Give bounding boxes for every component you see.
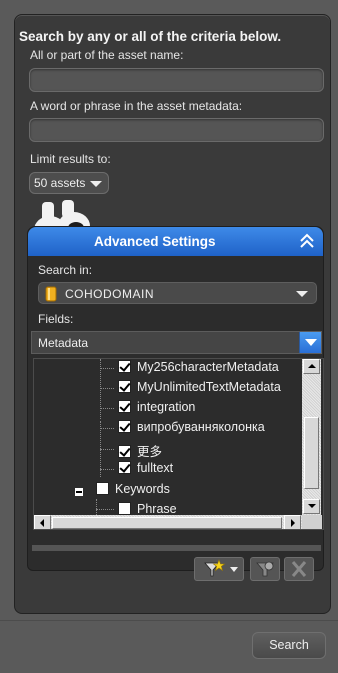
tree-item-label: Keywords [115, 482, 170, 496]
limit-results-label: Limit results to: [30, 152, 111, 166]
tree-footer-bar [32, 545, 321, 551]
search-heading: Search by any or all of the criteria bel… [19, 29, 282, 44]
tree-item-keywords[interactable]: Keywords [96, 482, 170, 500]
advanced-settings-title: Advanced Settings [94, 234, 216, 249]
tree-item-chinese[interactable]: 更多 [118, 441, 162, 459]
clear-filters-button[interactable] [284, 557, 314, 581]
close-icon [291, 561, 307, 577]
scroll-down-button[interactable] [303, 499, 320, 514]
checkbox[interactable] [118, 445, 131, 458]
checkbox[interactable] [118, 461, 131, 474]
asset-metadata-label: A word or phrase in the asset metadata: [30, 99, 243, 113]
checkbox[interactable] [118, 502, 131, 515]
collapse-node-icon[interactable] [75, 488, 83, 496]
advanced-settings-panel: Advanced Settings Search in: COHODOMAIN … [27, 226, 324, 581]
tree-item-label: 更多 [137, 445, 163, 459]
tree-item-integration[interactable]: integration [118, 400, 195, 418]
advanced-settings-header[interactable]: Advanced Settings [28, 227, 323, 256]
tree-item-label: integration [137, 400, 196, 414]
filter-star-icon [204, 559, 238, 577]
chevron-down-icon [296, 291, 308, 297]
tree-item-ukrainian[interactable]: випробуванняколонка [118, 420, 265, 438]
vertical-scroll-thumb[interactable] [304, 417, 319, 489]
fields-label: Fields: [38, 312, 74, 326]
chevron-down-icon[interactable] [299, 332, 321, 353]
asset-name-input[interactable] [29, 68, 324, 92]
tree-item-label: fulltext [137, 461, 174, 475]
database-icon [45, 286, 57, 302]
add-filter-button[interactable] [194, 557, 244, 581]
fields-value: Metadata [38, 336, 89, 350]
checkbox[interactable] [118, 360, 131, 373]
search-location-value: COHODOMAIN [65, 287, 154, 301]
checkbox[interactable] [118, 420, 131, 433]
asset-metadata-input[interactable] [29, 118, 324, 142]
search-in-label: Search in: [38, 263, 93, 277]
double-chevron-up-icon[interactable] [299, 233, 315, 249]
checkbox[interactable] [118, 400, 131, 413]
tree-item-fulltext[interactable]: fulltext [118, 461, 173, 479]
scroll-right-button[interactable] [284, 515, 301, 529]
tree-item-myunlimitedtextmetadata[interactable]: MyUnlimitedTextMetadata [118, 380, 281, 398]
filter-settings-icon [256, 561, 274, 577]
asset-name-label: All or part of the asset name: [30, 48, 184, 62]
tree-item-label: Phrase [137, 502, 177, 516]
limit-results-select[interactable]: 50 assets [29, 172, 109, 194]
search-button[interactable]: Search [252, 632, 326, 659]
fields-select[interactable]: Metadata [31, 331, 322, 354]
checkbox[interactable] [96, 482, 109, 495]
limit-results-value: 50 assets [34, 176, 86, 190]
tree-item-my256charactermetadata[interactable]: My256characterMetadata [118, 360, 279, 378]
tree-item-label: випробуванняколонка [137, 420, 265, 434]
scroll-corner [302, 515, 322, 529]
tree-item-label: My256characterMetadata [137, 360, 279, 374]
horizontal-scroll-thumb[interactable] [52, 517, 282, 529]
tree-item-label: MyUnlimitedTextMetadata [137, 380, 281, 394]
checkbox[interactable] [118, 380, 131, 393]
scroll-up-button[interactable] [303, 359, 320, 374]
scroll-left-button[interactable] [34, 515, 51, 529]
search-location-select[interactable]: COHODOMAIN [38, 282, 317, 304]
fields-tree: My256characterMetadata MyUnlimitedTextMe… [33, 358, 324, 530]
footer-divider [0, 620, 338, 621]
chevron-down-icon [90, 181, 102, 187]
filter-settings-button[interactable] [250, 557, 280, 581]
